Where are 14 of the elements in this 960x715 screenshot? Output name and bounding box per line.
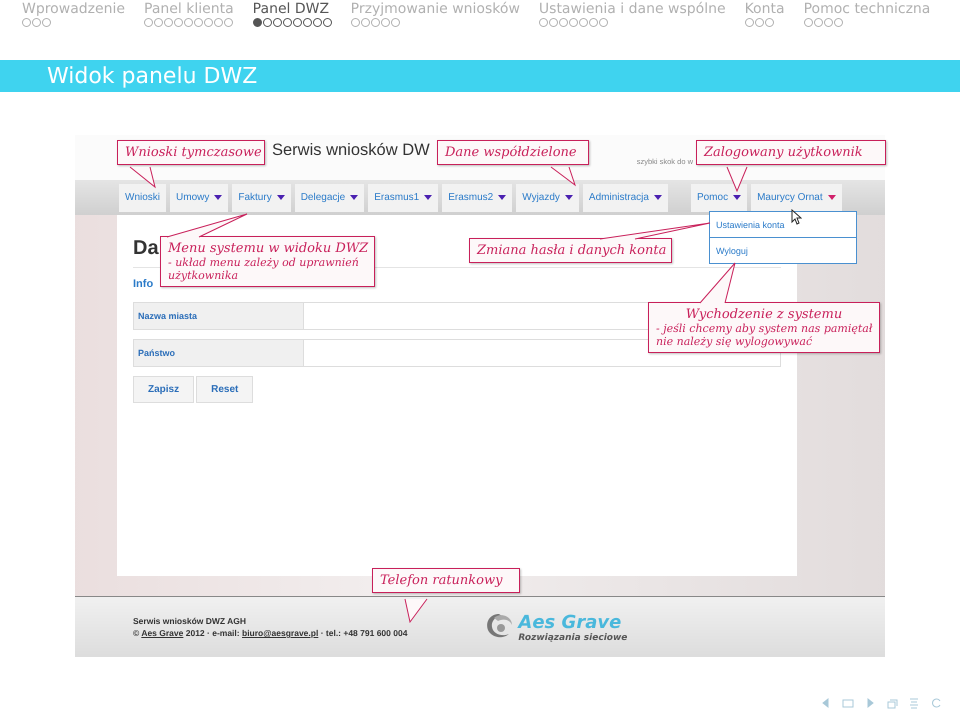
- footer-title: Serwis wniosków DWZ AGH: [133, 616, 248, 626]
- annotation-callout: Wnioski tymczasowe: [117, 140, 265, 165]
- section-heading: Info: [133, 278, 154, 292]
- field-label: Nazwa miasta: [134, 303, 304, 329]
- frame-title: Widok panelu DWZ: [47, 64, 258, 88]
- logo-name: Aes Grave: [518, 612, 622, 632]
- annotation-callout: Telefon ratunkowy: [372, 568, 520, 593]
- field-label: Państwo: [134, 340, 304, 366]
- logo-tagline: Rozwiązania sieciowe: [518, 632, 628, 642]
- annotation-callout: Dane współdzielone: [437, 140, 589, 165]
- site-title: Serwis wniosków DW: [272, 141, 430, 160]
- annotation-callout: Zalogowany użytkownik: [696, 140, 886, 165]
- footer-contact: © Aes Grave 2012 · e-mail: biuro@aesgrave.pl · tel.: +48 791 600 004: [133, 628, 408, 638]
- page-heading: Da: [133, 237, 159, 261]
